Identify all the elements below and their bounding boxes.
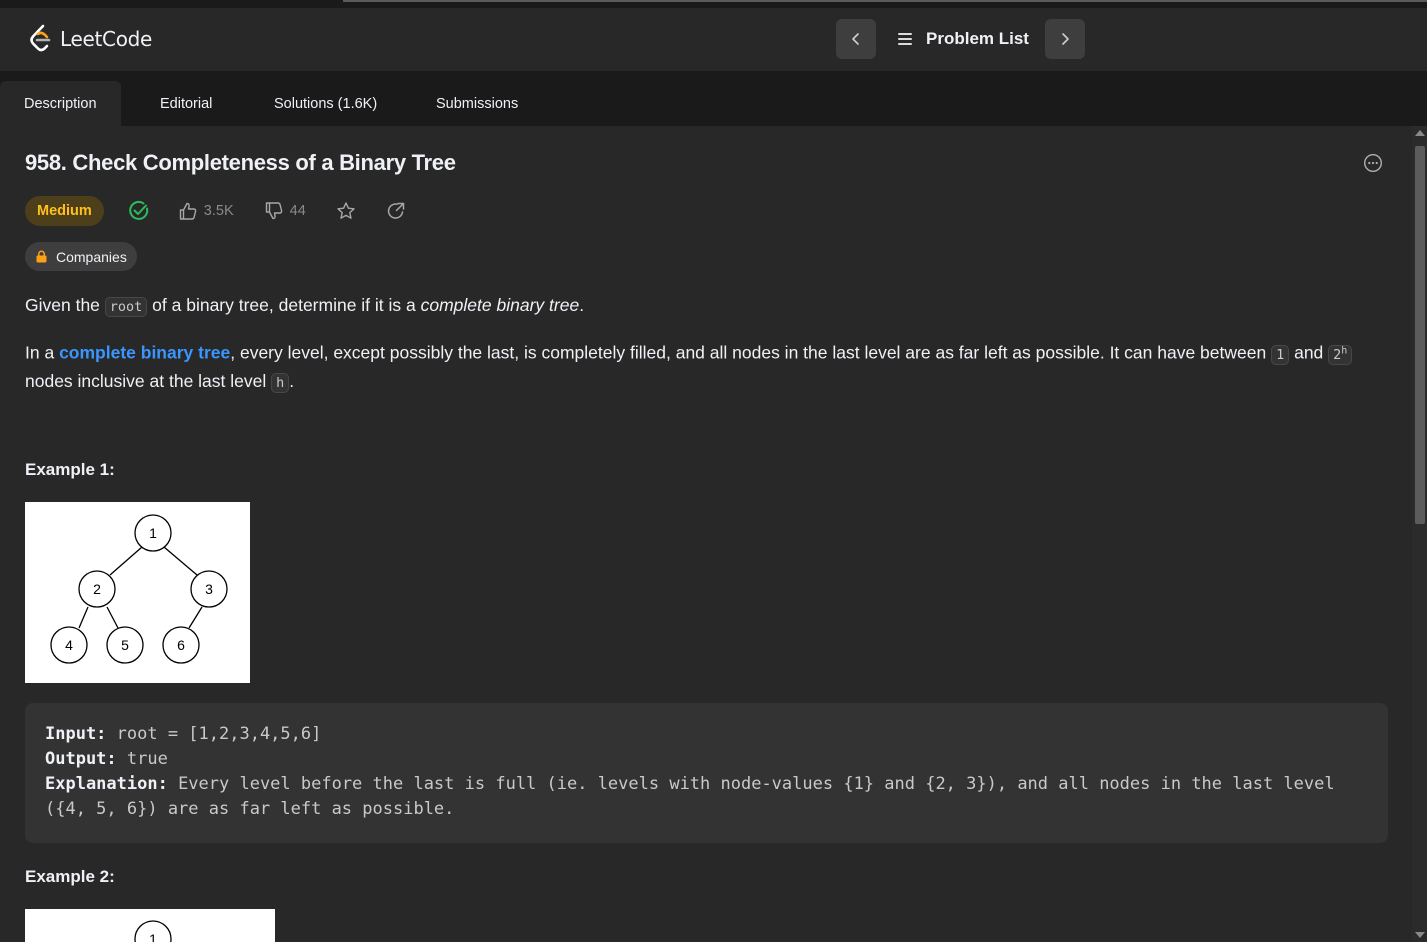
p1-text-3: . [579,295,585,315]
next-problem-button[interactable] [1045,19,1085,59]
complete-binary-tree-link[interactable]: complete binary tree [59,343,230,363]
tree-edge [188,606,203,629]
thumbs-up-icon [179,202,197,220]
tab-editorial[interactable]: Editorial [160,81,212,126]
output-value: true [116,749,168,769]
like-count: 3.5K [203,203,234,219]
problem-list-button[interactable]: Problem List [890,19,1037,59]
description-paragraph-1: Given the root of a binary tree, determi… [25,292,584,320]
leetcode-logo[interactable]: LeetCode [28,24,152,54]
code-one: 1 [1271,344,1290,365]
p2-text-4: nodes inclusive at the last level [25,370,272,391]
tab-description[interactable]: Description [0,81,121,126]
code-superscript-h: h [1341,345,1348,356]
companies-tag[interactable]: Companies [25,242,137,271]
tree-edge [109,546,143,576]
p2-text-2: , every level, except possibly the last,… [230,342,1272,363]
example-1-explanation-line: Explanation: Every level before the last… [45,772,1368,822]
tab-submissions[interactable]: Submissions [436,81,518,126]
tree-node-label: 1 [149,931,157,942]
like-button[interactable]: 3.5K [178,201,234,221]
previous-problem-button[interactable] [836,19,876,59]
lock-icon [36,250,47,263]
example-1-code-block: Input: root = [1,2,3,4,5,6] Output: true… [25,703,1388,843]
list-icon [898,33,912,45]
description-paragraph-2: In a complete binary tree, every level, … [25,338,1390,396]
tree-edge [163,546,198,576]
p2-text-3: and [1289,342,1329,363]
tree-node-label: 5 [121,637,129,653]
companies-label: Companies [56,248,127,265]
example-1-heading: Example 1: [25,460,115,479]
chevron-right-icon [1062,33,1069,45]
example-2-tree-diagram: 1 [134,920,172,942]
window-top-strip [0,0,1427,8]
example-1-input-line: Input: root = [1,2,3,4,5,6] [45,722,1368,747]
example-1-tree-image: 1 2 3 4 5 6 [25,502,250,683]
explanation-value: Every level before the last is full (ie.… [45,774,1335,819]
chevron-left-icon [852,33,859,45]
solved-check-icon [129,200,148,220]
dislike-button[interactable]: 44 [264,201,306,221]
explanation-label: Explanation: [45,774,168,794]
top-navbar: LeetCode Problem List [0,8,1427,71]
problem-title[interactable]: 958. Check Completeness of a Binary Tree [25,150,456,176]
example-2-tree-image: 1 [25,909,275,942]
code-root: root [104,297,148,317]
tree-node-label: 4 [65,637,73,653]
p2-text-1: In a [25,342,60,363]
dislike-count: 44 [289,203,306,219]
problem-meta-row: Medium 3.5K 44 [25,196,406,226]
star-icon[interactable] [336,201,356,221]
tree-node-label: 3 [205,581,213,597]
output-label: Output: [45,749,117,769]
tree-node-label: 6 [177,637,185,653]
tree-node-label: 2 [93,581,101,597]
tree-edge [78,606,89,629]
description-panel: 958. Check Completeness of a Binary Tree… [0,126,1412,942]
p2-text-5: . [289,370,295,391]
loading-line [343,0,1427,2]
p1-text-2: of a binary tree, determine if it is a [147,295,421,315]
more-options-icon[interactable] [1363,153,1383,173]
scroll-up-arrow-icon[interactable] [1415,130,1425,136]
input-value: root = [1,2,3,4,5,6] [106,724,322,744]
brand-name: LeetCode [60,27,153,51]
scroll-down-arrow-icon[interactable] [1415,932,1425,938]
example-2-heading: Example 2: [25,867,115,886]
p1-emphasis: complete binary tree [420,295,580,315]
example-1-output-line: Output: true [45,747,1368,772]
p1-text-1: Given the [25,295,105,315]
code-two-power-h: 2h [1328,344,1353,365]
example-1-tree-diagram: 1 2 3 4 5 6 [50,514,228,664]
thumbs-down-icon [265,202,282,220]
difficulty-badge: Medium [25,196,104,226]
tab-solutions[interactable]: Solutions (1.6K) [274,81,377,126]
tree-node-label: 1 [149,525,157,541]
description-scrollbar[interactable] [1412,126,1427,942]
leetcode-logo-icon [30,24,51,52]
share-icon[interactable] [386,201,406,221]
scrollbar-thumb[interactable] [1415,146,1425,524]
problem-list-label: Problem List [926,29,1029,48]
tree-edge [106,606,119,629]
input-label: Input: [45,724,107,744]
problem-tabs: Description Editorial Solutions (1.6K) S… [0,79,1427,126]
code-h: h [271,372,290,393]
